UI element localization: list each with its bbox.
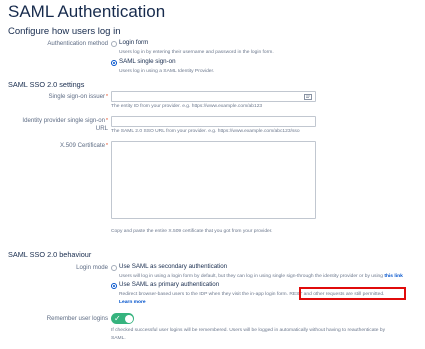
secondary-auth-desc: Users will log in using a login form by … — [119, 274, 403, 279]
option-login-form-label[interactable]: Login form — [119, 39, 148, 46]
secondary-auth-label[interactable]: Use SAML as secondary authentication — [119, 263, 227, 270]
highlight-box — [299, 287, 406, 300]
page-title: SAML Authentication — [8, 2, 166, 21]
login-mode-label: Login mode — [76, 264, 108, 271]
option-saml-sso-desc: Users log in using a SAML Identity Provi… — [119, 69, 215, 74]
remember-logins-desc-line1: If checked successful user logins will b… — [111, 328, 386, 333]
behaviour-heading: SAML SSO 2.0 behaviour — [8, 250, 92, 259]
auth-method-label: Authentication method — [47, 40, 108, 47]
radio-login-form[interactable] — [111, 41, 117, 47]
issuer-input[interactable] — [111, 91, 316, 102]
option-login-form-desc: Users log in by entering their username … — [119, 50, 274, 55]
idp-url-help: The SAML 2.0 SSO URL from your provider.… — [111, 129, 300, 134]
remember-logins-desc-line2: SAML. — [111, 336, 126, 341]
contact-card-icon — [304, 94, 312, 100]
remember-logins-label: Remember user logins — [46, 315, 108, 322]
this-link[interactable]: this link — [384, 274, 402, 279]
certificate-textarea[interactable] — [111, 141, 316, 219]
login-section-heading: Configure how users log in — [8, 26, 121, 37]
certificate-help: Copy and paste the entire X.509 certific… — [111, 229, 273, 234]
issuer-label: Single sign-on issuer* — [48, 93, 108, 100]
remember-logins-toggle[interactable]: ✓ — [111, 313, 134, 324]
radio-secondary-auth[interactable] — [111, 265, 117, 271]
settings-heading: SAML SSO 2.0 settings — [8, 80, 85, 89]
radio-primary-auth[interactable] — [111, 283, 117, 289]
check-icon: ✓ — [114, 314, 121, 323]
idp-url-label: Identity provider single sign-on* URL — [22, 117, 108, 132]
option-saml-sso-label[interactable]: SAML single sign-on — [119, 58, 176, 65]
idp-url-input[interactable] — [111, 116, 316, 127]
issuer-help: The entity ID from your provider. e.g. h… — [111, 104, 263, 109]
radio-saml-sso[interactable] — [111, 60, 117, 66]
certificate-label: X.509 Certificate* — [59, 142, 108, 149]
learn-more-link[interactable]: Learn more — [119, 300, 146, 305]
toggle-knob — [124, 314, 133, 323]
primary-auth-label[interactable]: Use SAML as primary authentication — [119, 281, 219, 288]
